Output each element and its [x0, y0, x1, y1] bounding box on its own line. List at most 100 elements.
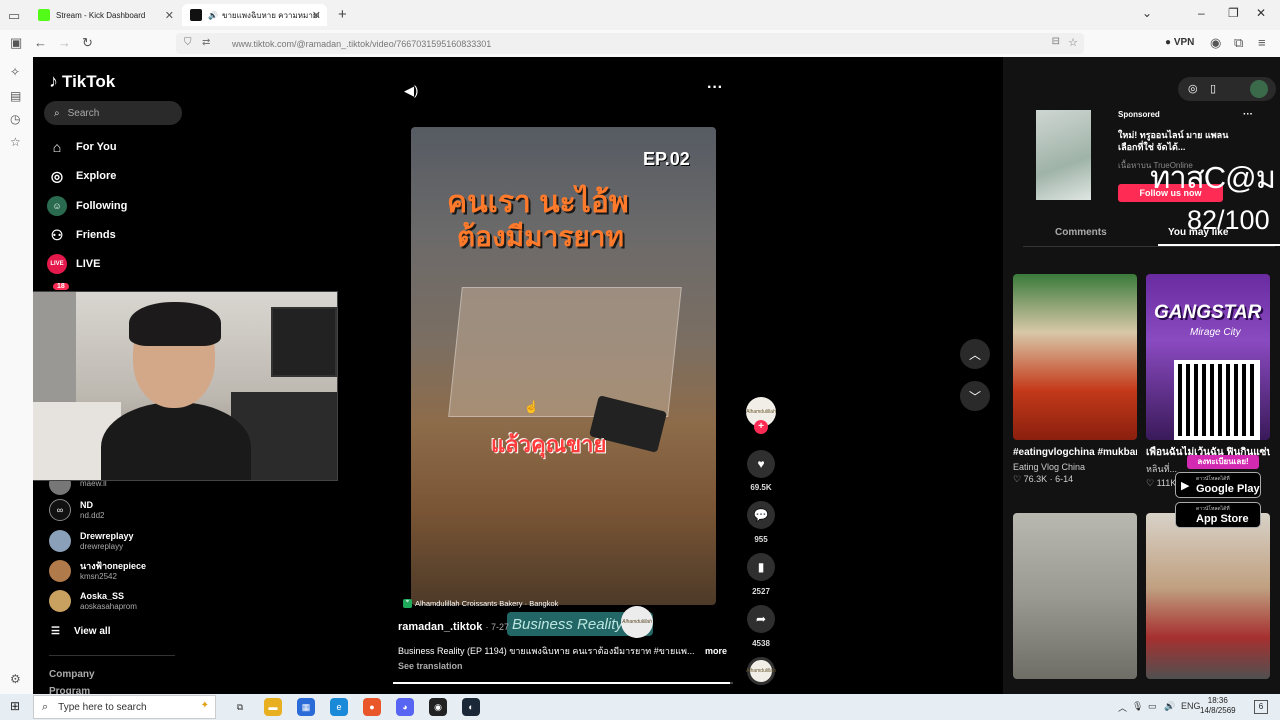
obs-icon[interactable]: ◉	[429, 698, 447, 716]
new-tab-button[interactable]: +	[338, 6, 347, 23]
microphone-icon[interactable]: 🎙	[1132, 701, 1143, 712]
collections-icon[interactable]: ▤	[10, 89, 21, 103]
ai-icon[interactable]: ✧	[10, 65, 20, 79]
account-name: นางฟ้าonepiece	[80, 560, 147, 571]
speaker-icon[interactable]: 🔊	[208, 11, 218, 20]
video-thumbnail[interactable]	[1146, 513, 1270, 679]
clock-time: 18:36	[1207, 696, 1228, 705]
reload-button[interactable]: ↻	[82, 35, 93, 51]
recommended-video[interactable]: #eatingvlogchina #mukbang #follows... Ea…	[1013, 274, 1137, 485]
history-icon[interactable]: ◷	[10, 112, 20, 126]
windows-start-icon[interactable]: ⊞	[10, 699, 20, 713]
task-view-icon[interactable]: ⧉	[231, 698, 249, 716]
following-account[interactable]: ∞ ND nd.dd2	[49, 499, 104, 521]
webcam-person-hair	[129, 302, 221, 346]
recommended-video[interactable]	[1146, 513, 1270, 679]
back-button[interactable]: ←	[34, 35, 47, 50]
maximize-button[interactable]: ❐	[1228, 6, 1239, 20]
like-button[interactable]: ♥	[747, 450, 775, 478]
author-line[interactable]: ramadan_.tiktok · 7-27	[398, 621, 509, 633]
language-indicator[interactable]: ENG	[1181, 701, 1201, 711]
device-icon[interactable]: ▯	[1210, 82, 1216, 95]
file-explorer-icon[interactable]: ▬	[264, 698, 282, 716]
sidebar-toggle-icon[interactable]: ▣	[10, 35, 22, 51]
search-input[interactable]: ⌕ Search	[44, 101, 182, 125]
following-account[interactable]: นางฟ้าonepiece kmsn2542	[49, 560, 146, 582]
video-progress-bar[interactable]	[393, 682, 733, 684]
author-name[interactable]: ramadan_.tiktok	[398, 621, 482, 633]
more-button[interactable]: more	[705, 646, 727, 656]
volume-icon[interactable]: ◀)	[404, 83, 418, 99]
steam-icon[interactable]: ◐	[462, 698, 480, 716]
tab-you-may-like[interactable]: You may like	[1168, 227, 1228, 238]
notification-center-icon[interactable]: 6	[1254, 700, 1268, 714]
tab-dropdown-icon[interactable]: ⌄	[1142, 6, 1152, 20]
nav-live[interactable]: LIVE LIVE	[47, 253, 100, 275]
share-button[interactable]: ➦	[747, 605, 775, 633]
ad-title[interactable]: ใหม่! ทรูออนไลน์ มาย แพลน เลือกที่ใช่ จั…	[1118, 129, 1238, 153]
tab-kick-dashboard[interactable]: Stream - Kick Dashboard ✕	[30, 4, 180, 26]
minimize-button[interactable]: –	[1198, 6, 1205, 20]
reader-icon[interactable]: ⊟	[1052, 36, 1060, 47]
google-play-label: Google Play	[1196, 483, 1260, 495]
comment-button[interactable]: 💬	[747, 501, 775, 529]
previous-video-button[interactable]: ︿	[960, 339, 990, 369]
compass-icon[interactable]: ◎	[1188, 82, 1198, 95]
nav-friends[interactable]: ⚇ Friends	[47, 224, 116, 246]
volume-tray-icon[interactable]: 🔊	[1164, 701, 1175, 712]
tab-comments[interactable]: Comments	[1055, 227, 1107, 238]
video-thumbnail[interactable]: GANGSTAR Mirage City	[1146, 274, 1270, 440]
tab-list-icon[interactable]: ▭	[8, 8, 20, 24]
bookmark-star-icon[interactable]: ☆	[1068, 36, 1078, 49]
nav-explore[interactable]: ◎ Explore	[47, 165, 116, 187]
profile-avatar-icon[interactable]	[1250, 80, 1268, 98]
close-window-button[interactable]: ✕	[1256, 6, 1266, 20]
store-icon[interactable]: ▦	[297, 698, 315, 716]
video-thumbnail[interactable]	[1013, 513, 1137, 679]
nav-following[interactable]: ☺ Following	[47, 195, 127, 217]
network-icon[interactable]: ▭	[1148, 701, 1157, 712]
tabs-divider	[1023, 246, 1275, 247]
location-tag[interactable]: ⌖ Alhamdulillah Croissants Bakery · Bang…	[403, 599, 558, 608]
url-text: www.tiktok.com/@ramadan_.tiktok/video/76…	[232, 38, 492, 49]
video-thumbnail[interactable]	[1013, 274, 1137, 440]
bookmarks-icon[interactable]: ☆	[10, 135, 21, 149]
video-player[interactable]: EP.02 คนเรา นะไอ้พ ต้องมีมารยาท แล้วคุณข…	[411, 127, 716, 605]
extensions-icon[interactable]: ⧉	[1234, 35, 1243, 51]
company-link[interactable]: Company	[49, 669, 95, 680]
site-info-icon[interactable]: ⇄	[202, 37, 210, 48]
account-icon[interactable]: ◉	[1210, 35, 1221, 51]
sponsored-label: Sponsored	[1118, 110, 1160, 119]
taskbar-search-input[interactable]: ⌕ Type here to search ✦	[33, 695, 216, 719]
see-translation-link[interactable]: See translation	[398, 661, 463, 671]
firefox-icon[interactable]: ●	[363, 698, 381, 716]
music-disc[interactable]: Alhamdulillah	[746, 657, 776, 685]
view-all-button[interactable]: ☰ View all	[51, 626, 110, 637]
address-bar[interactable]: ⛉ ⇄ www.tiktok.com/@ramadan_.tiktok/vide…	[176, 33, 1084, 54]
tray-chevron-icon[interactable]: ︿	[1118, 701, 1127, 714]
following-account[interactable]: Aoska_SS aoskasahaprom	[49, 590, 137, 612]
tab-tiktok-video[interactable]: 🔊 ขายแพงฉิบหาย ความหมายแ... ✕	[182, 4, 327, 26]
taskbar-clock[interactable]: 18:36 14/8/2569	[1200, 696, 1236, 716]
forward-button[interactable]: →	[58, 35, 71, 50]
program-link[interactable]: Program	[49, 686, 90, 694]
edge-icon[interactable]: e	[330, 698, 348, 716]
settings-icon[interactable]: ⚙	[10, 672, 21, 686]
save-button[interactable]: ▮	[747, 553, 775, 581]
ad-thumbnail[interactable]	[1036, 110, 1091, 200]
more-options-icon[interactable]: ···	[707, 79, 723, 97]
shield-icon[interactable]: ⛉	[184, 37, 192, 48]
follow-plus-button[interactable]: +	[754, 420, 768, 434]
close-tab-icon[interactable]: ✕	[312, 9, 321, 22]
close-tab-icon[interactable]: ✕	[165, 9, 174, 22]
tab-label: ขายแพงฉิบหาย ความหมายแ...	[221, 10, 319, 20]
nav-for-you[interactable]: ⌂ For You	[47, 136, 117, 158]
menu-icon[interactable]: ≡	[1258, 35, 1266, 50]
vpn-button[interactable]: ● VPN	[1165, 37, 1194, 48]
next-video-button[interactable]: ﹀	[960, 381, 990, 411]
recommended-video[interactable]	[1013, 513, 1137, 679]
discord-icon[interactable]: ◕	[396, 698, 414, 716]
ad-more-icon[interactable]: ···	[1243, 109, 1253, 120]
following-account[interactable]: Drewreplayy drewreplayy	[49, 530, 134, 552]
tiktok-logo[interactable]: ♪ TikTok	[49, 71, 115, 92]
